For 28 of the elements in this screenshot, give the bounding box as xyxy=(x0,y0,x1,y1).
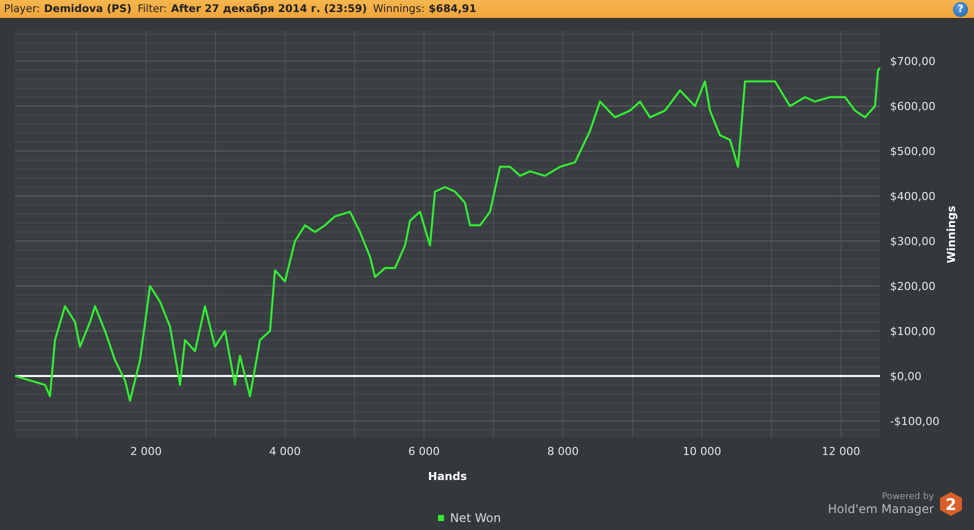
x-tick-label: 10 000 xyxy=(682,445,722,458)
winnings-label: Winnings: xyxy=(372,3,425,15)
x-axis-title: Hands xyxy=(428,470,467,483)
y-tick-label: $500,00 xyxy=(890,145,936,158)
filter-label: Filter: xyxy=(138,3,167,15)
y-tick-label: $600,00 xyxy=(890,100,936,114)
help-button[interactable]: ? xyxy=(953,2,968,16)
x-tick-label: 4 000 xyxy=(269,445,301,458)
filter-value: After 27 декабря 2014 г. (23:59) xyxy=(170,3,367,15)
x-tick-label: 8 000 xyxy=(547,445,579,458)
product-name: Hold'em Manager xyxy=(828,502,934,516)
y-tick-label: -$100,00 xyxy=(890,414,940,428)
y-tick-label: $400,00 xyxy=(890,190,936,204)
y-tick-label: $300,00 xyxy=(890,235,936,248)
logo-badge: 2 xyxy=(940,492,962,516)
player-label: Player: xyxy=(4,3,40,15)
y-tick-label: $100,00 xyxy=(890,324,936,338)
x-tick-label: 6 000 xyxy=(408,445,440,458)
y-tick-label: $200,00 xyxy=(890,280,936,293)
y-axis-title: Winnings xyxy=(945,206,958,264)
y-tick-label: $700,00 xyxy=(890,55,936,68)
y-tick-label: $0,00 xyxy=(890,370,922,383)
x-tick-label: 12 000 xyxy=(822,445,860,458)
powered-by-text: Powered by xyxy=(882,492,934,502)
x-tick-label: 2 000 xyxy=(130,445,162,458)
player-name: Demidova (PS) xyxy=(44,3,132,15)
winnings-value: $684,91 xyxy=(428,3,476,15)
legend-label: Net Won xyxy=(450,511,501,525)
